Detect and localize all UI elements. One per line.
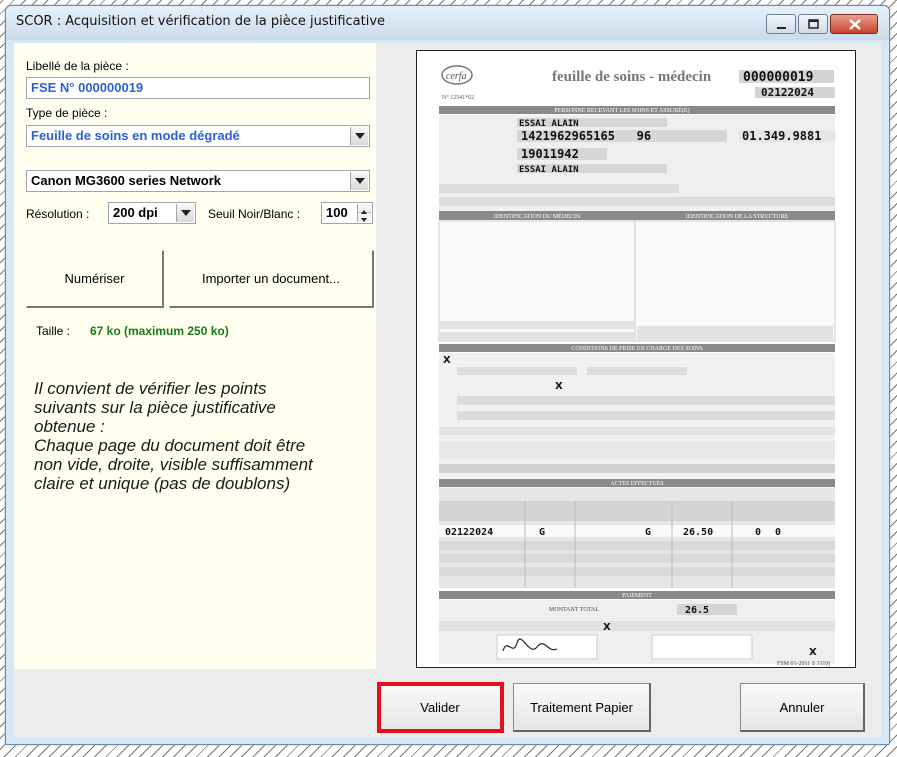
patient-name: ESSAI ALAIN bbox=[519, 119, 579, 129]
resolution-select-value: 200 dpi bbox=[113, 205, 158, 220]
cancel-button[interactable]: Annuler bbox=[740, 683, 865, 732]
threshold-spin[interactable] bbox=[357, 204, 371, 222]
caret-down-icon bbox=[361, 218, 367, 222]
minimize-icon bbox=[777, 27, 786, 29]
section-conditions: CONDITIONS DE PRISE EN CHARGE DES SOINS bbox=[571, 346, 702, 352]
resolution-label: Résolution : bbox=[26, 207, 90, 221]
threshold-label: Seuil Noir/Blanc : bbox=[208, 207, 301, 221]
type-select[interactable]: Feuille de soins en mode dégradé bbox=[26, 125, 370, 147]
section-structure: IDENTIFICATION DE LA STRUCTURE bbox=[686, 214, 789, 220]
check-accident: X bbox=[555, 381, 563, 392]
title-bar[interactable]: SCOR : Acquisition et vérification de la… bbox=[6, 6, 889, 40]
spin-down-button[interactable] bbox=[358, 213, 371, 222]
doc-heading: feuille de soins - médecin bbox=[552, 69, 712, 85]
left-panel: Libellé de la pièce : FSE N° 000000019 T… bbox=[14, 43, 376, 669]
scanner-select-value: Canon MG3600 series Network bbox=[31, 173, 222, 188]
validate-highlight bbox=[377, 682, 504, 733]
scanner-select[interactable]: Canon MG3600 series Network bbox=[26, 170, 370, 192]
act-amount: 26.50 bbox=[683, 527, 713, 538]
threshold-value: 100 bbox=[326, 205, 348, 220]
chevron-down-icon bbox=[355, 178, 365, 184]
size-label: Taille : bbox=[36, 324, 71, 338]
fund-code: 01.349.9881 bbox=[742, 129, 821, 143]
invoice-number: 000000019 bbox=[743, 70, 813, 85]
chevron-down-icon bbox=[181, 210, 191, 216]
ss-number: 1421962965165 96 bbox=[521, 129, 651, 143]
total-amount: 26.5 bbox=[685, 605, 709, 616]
threshold-stepper[interactable]: 100 bbox=[321, 202, 373, 224]
check-payment: X bbox=[603, 622, 611, 633]
document-preview: cerfa N° 12541*02 feuille de soins - méd… bbox=[416, 50, 856, 668]
check-signature: X bbox=[809, 647, 817, 658]
maximize-icon bbox=[808, 19, 819, 29]
import-document-button[interactable]: Importer un document... bbox=[169, 250, 374, 308]
scanner-dropdown-button[interactable] bbox=[350, 172, 368, 190]
scan-button[interactable]: Numériser bbox=[26, 250, 164, 308]
window-title: SCOR : Acquisition et vérification de la… bbox=[16, 14, 386, 29]
chevron-down-icon bbox=[355, 133, 365, 139]
maximize-button[interactable] bbox=[798, 14, 828, 34]
type-select-value: Feuille de soins en mode dégradé bbox=[31, 128, 240, 143]
close-icon bbox=[849, 19, 861, 30]
birth-date: 19011942 bbox=[521, 147, 579, 161]
act-date: 02122024 bbox=[445, 527, 493, 538]
check-maladie: X bbox=[443, 355, 451, 366]
section-doctor: IDENTIFICATION DU MÉDECIN bbox=[494, 212, 581, 220]
paper-processing-button[interactable]: Traitement Papier bbox=[513, 683, 651, 732]
footer-code: FSM 01-2011 S 3110j bbox=[777, 661, 830, 667]
minimize-button[interactable] bbox=[766, 14, 796, 34]
spin-up-button[interactable] bbox=[358, 204, 371, 214]
client-area: Libellé de la pièce : FSE N° 000000019 T… bbox=[14, 43, 881, 737]
act-zero-2: 0 bbox=[775, 527, 781, 538]
total-label: MONTANT TOTAL bbox=[549, 607, 599, 613]
cerfa-text: cerfa bbox=[446, 71, 467, 82]
section-patient: PERSONNE RECEVANT LES SOINS ET ASSURÉ(E) bbox=[554, 106, 689, 114]
type-dropdown-button[interactable] bbox=[350, 127, 368, 145]
type-label: Type de pièce : bbox=[26, 106, 108, 120]
close-button[interactable] bbox=[830, 14, 878, 34]
section-payment: PAIEMENT bbox=[622, 593, 652, 599]
act-code-2: G bbox=[645, 527, 651, 538]
size-value: 67 ko (maximum 250 ko) bbox=[90, 324, 229, 338]
piece-label: Libellé de la pièce : bbox=[26, 59, 129, 73]
verification-advice: Il convient de vérifier les points suiva… bbox=[34, 379, 313, 493]
act-code-1: G bbox=[539, 527, 545, 538]
form-number: N° 12541*02 bbox=[442, 94, 474, 101]
piece-input[interactable]: FSE N° 000000019 bbox=[26, 77, 370, 99]
act-zero-1: 0 bbox=[755, 527, 761, 538]
section-acts: ACTES EFFECTUÉS bbox=[610, 479, 664, 487]
invoice-date: 02122024 bbox=[761, 86, 814, 99]
dialog-window: SCOR : Acquisition et vérification de la… bbox=[5, 5, 890, 745]
resolution-select[interactable]: 200 dpi bbox=[108, 202, 196, 224]
resolution-dropdown-button[interactable] bbox=[176, 204, 194, 222]
insured-name: ESSAI ALAIN bbox=[519, 165, 579, 175]
